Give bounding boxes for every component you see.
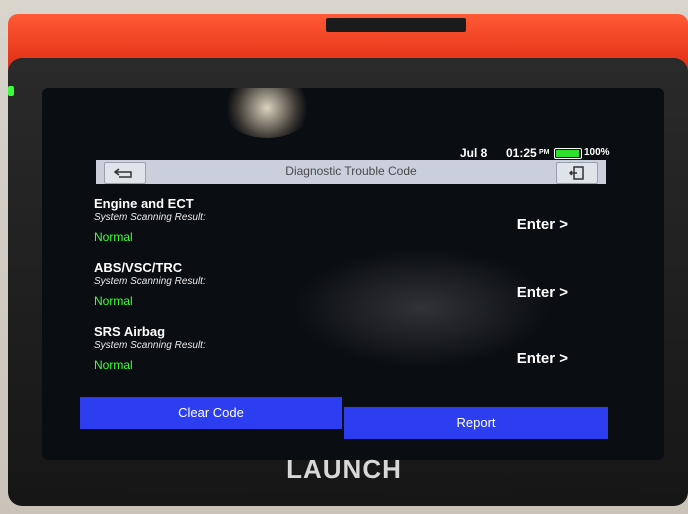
system-name: Engine and ECT — [94, 196, 194, 211]
title-bar: Diagnostic Trouble Code — [96, 160, 606, 184]
action-bar: Clear Code Report — [80, 397, 608, 439]
scan-label: System Scanning Result: — [94, 276, 206, 287]
screen-glare — [222, 88, 312, 138]
system-list: Engine and ECT System Scanning Result: N… — [82, 188, 622, 396]
brand-logo: LAUNCH — [286, 454, 402, 484]
clear-code-button[interactable]: Clear Code — [80, 397, 342, 429]
system-row-engine: Engine and ECT System Scanning Result: N… — [82, 196, 622, 262]
system-name: SRS Airbag — [94, 324, 166, 339]
scan-label: System Scanning Result: — [94, 340, 206, 351]
enter-button[interactable]: Enter > — [517, 216, 568, 233]
screen: Jul 8 01:25 PM 100% Diagnostic Trouble C… — [42, 88, 664, 460]
system-row-abs: ABS/VSC/TRC System Scanning Result: Norm… — [82, 260, 622, 326]
enter-button[interactable]: Enter > — [517, 350, 568, 367]
status-date: Jul 8 — [460, 146, 488, 160]
enter-button[interactable]: Enter > — [517, 284, 568, 301]
scan-result: Normal — [94, 294, 133, 308]
battery-level: 100% — [584, 147, 610, 158]
scan-label: System Scanning Result: — [94, 212, 206, 223]
status-meridiem: PM — [539, 149, 550, 156]
report-button[interactable]: Report — [344, 407, 608, 439]
battery-icon — [554, 148, 582, 159]
scan-result: Normal — [94, 230, 133, 244]
scan-result: Normal — [94, 358, 133, 372]
system-row-srs: SRS Airbag System Scanning Result: Norma… — [82, 324, 622, 390]
status-time: 01:25 — [506, 146, 537, 160]
page-title: Diagnostic Trouble Code — [285, 164, 417, 178]
device-notch — [326, 18, 466, 32]
power-led — [8, 86, 14, 96]
system-name: ABS/VSC/TRC — [94, 260, 183, 275]
exit-button[interactable] — [556, 162, 598, 184]
exit-door-icon — [568, 166, 584, 180]
